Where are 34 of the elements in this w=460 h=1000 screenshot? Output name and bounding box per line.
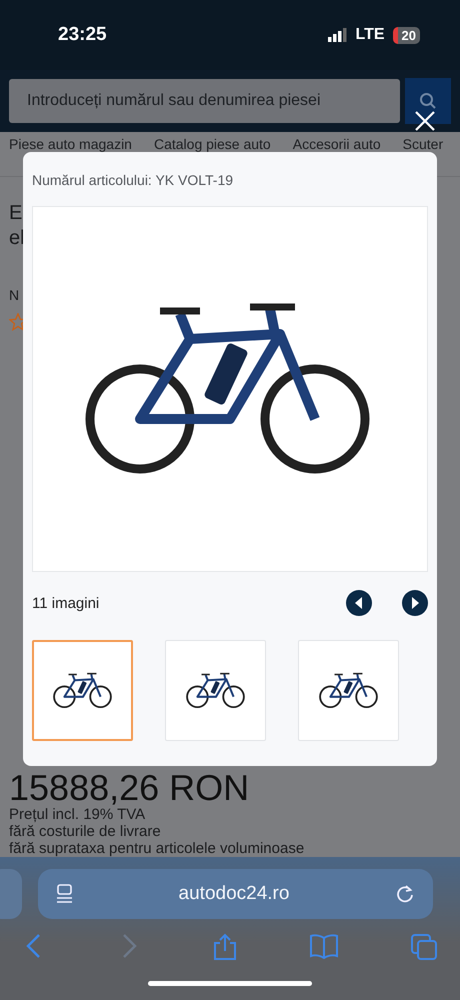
nav-link[interactable]: Scuter [402,136,444,152]
search-button[interactable] [405,78,451,124]
right-triangle-icon [410,597,420,609]
image-count: 11 imagini [32,594,100,612]
title-fragment: el [9,226,26,251]
next-button[interactable] [402,590,428,616]
battery-level: 20 [392,26,420,44]
close-button[interactable] [414,110,436,132]
address-bar[interactable]: autodoc24.ro [38,869,432,919]
article-number: Numărul articolului: YK VOLT-19 [32,172,234,188]
bicycle-drawing [52,672,114,710]
reload-icon[interactable] [394,884,414,904]
price: 15888,26 RON [9,770,250,806]
page-menu-icon [56,884,74,904]
thumbnail[interactable] [32,640,133,741]
nav-link[interactable]: Accesorii auto [292,136,381,152]
price-note: fără costurile de livrare [9,823,162,840]
previous-button[interactable] [346,590,372,616]
search-field[interactable]: Introduceți numărul sau denumirea piesei [9,79,400,123]
nav-link[interactable]: Catalog piese auto [154,136,271,152]
search-icon [419,92,437,110]
network-label: LTE [356,26,385,44]
nav-link[interactable]: Piese auto magazin [9,136,132,152]
title-fragment: E [9,201,24,226]
label-fragment: N [9,287,20,303]
price-note: fără suprataxa pentru articolele voluminoase [9,840,306,857]
bicycle-drawing [318,672,380,710]
status-time: 23:25 [58,24,108,46]
url-text: autodoc24.ro [178,883,290,905]
close-icon [414,110,436,132]
bicycle-drawing [184,672,246,710]
left-triangle-icon [354,597,364,609]
signal-icon [328,28,348,42]
price-note: Prețul incl. 19% TVA [9,806,146,823]
